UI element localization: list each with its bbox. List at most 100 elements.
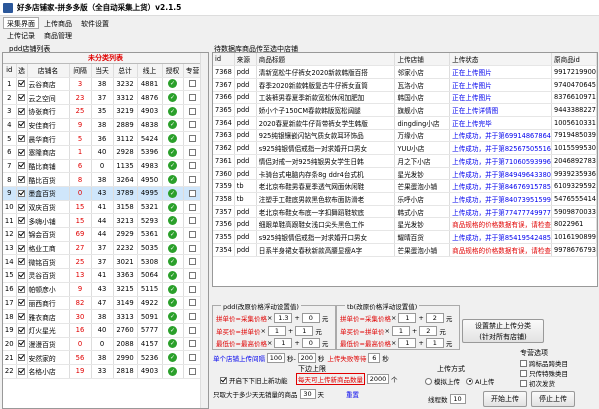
upload-row[interactable]: 7360 pdd 卡骑台式电脑内存条8g ddr4台式机 星光发钞 上传成功，并于第84…	[213, 167, 597, 181]
tb_panel-offset-input[interactable]: 2	[419, 325, 438, 336]
shop-row[interactable]: 6 塞隆商店 1 40 2928 5396 ✓	[3, 145, 203, 160]
shop-select-cell[interactable]	[16, 213, 28, 229]
checkbox-icon[interactable]	[18, 121, 25, 129]
upload-row[interactable]: 7364 pdd 2020春夏新款牛仔背带裤女学生韩版 dingding小店 正在上传完…	[213, 116, 597, 130]
shop-row[interactable]: 8 酷比百货 8 38 3264 4950 ✓	[3, 172, 203, 187]
upload-row[interactable]: 7358 tb 注塑手工鞋底男款黑色软布面防滑老 乐呼小店 上传成功，并于第840739…	[213, 192, 597, 206]
checkbox-icon[interactable]	[18, 203, 25, 211]
checkbox-icon[interactable]	[189, 313, 196, 321]
tb_panel-offset-input[interactable]: 2	[425, 313, 444, 323]
shop-row[interactable]: 18 雅衣商店 30 38 3313 5091 ✓	[3, 309, 203, 324]
shop-select-cell[interactable]	[16, 282, 28, 297]
shop-select-cell[interactable]	[16, 309, 28, 324]
shop-select-cell[interactable]	[16, 364, 28, 379]
upload-row[interactable]: 7355 pdd s925纯银情侣戒指一对求婚开口男女 耀晴百货 上传成功，并于第854…	[213, 230, 597, 244]
upload-row[interactable]: 7357 pdd 老北京布鞋女布底一字扣舞蹈鞋软底 韩式小店 上传成功，并于第77477…	[213, 205, 597, 219]
tb_panel-offset-input[interactable]: 1	[425, 338, 444, 348]
shop-row[interactable]: 10 双庆百货 15 41 3158 5321 ✓	[3, 200, 203, 215]
checkbox-icon[interactable]	[18, 176, 25, 184]
shop-select-cell[interactable]	[16, 118, 28, 133]
reset-link[interactable]: 重置	[346, 389, 359, 399]
upload-row[interactable]: 7354 pdd 日系半身裙女春秋新款高腰显瘦A字 芒果蛋泡小铺 商品规格的价格数据有误…	[213, 243, 597, 257]
menu-upload-goods[interactable]: 上传商品	[40, 17, 76, 29]
checkbox-icon[interactable]	[189, 299, 196, 307]
upload-row[interactable]: 7367 pdd 春季2020新款韩版复古牛仔裤女直筒 瓦洛小店 正在上传图片 97404…	[213, 78, 597, 92]
checkbox-icon[interactable]	[189, 176, 196, 184]
shop-select-cell[interactable]	[16, 131, 28, 146]
shop-select-cell[interactable]	[16, 268, 28, 283]
checkbox-icon[interactable]	[189, 135, 196, 143]
shop-select-cell[interactable]	[16, 350, 28, 365]
wait-input[interactable]: 6	[368, 353, 381, 363]
upload-row[interactable]: 7359 tb 老北京布鞋男春夏季透气网面休闲鞋 芒果蛋泡小铺 上传成功，并于第8467…	[213, 179, 597, 194]
upload-row[interactable]: 7366 pdd 工装裤男春夏季新款宽松休闲加肥加 韩国小店 正在上传图片 8376610…	[213, 91, 597, 105]
shop-row[interactable]: 21 安然家的 56 38 2990 5236 ✓	[3, 350, 203, 365]
set-category-button[interactable]: 设置禁止上传分类 (针对所有店铺)	[462, 319, 544, 343]
checkbox-icon[interactable]	[18, 258, 25, 266]
checkbox-icon[interactable]	[18, 148, 25, 156]
upload-row[interactable]: 7361 pdd 情侣对戒一对925纯银男女学生日韩 月之下小店 上传成功，并于第710…	[213, 154, 597, 168]
checkbox-icon[interactable]	[189, 340, 196, 348]
checkbox-icon[interactable]	[18, 80, 25, 88]
checkbox-icon[interactable]	[18, 94, 25, 102]
pdd_panel-factor-input[interactable]: 1.3	[274, 313, 293, 323]
checkbox-icon[interactable]	[189, 230, 196, 238]
shop-row[interactable]: 22 名格小店 19 33 2818 4903 ✓	[3, 364, 203, 379]
upload-row[interactable]: 7362 pdd s925纯银情侣戒指一对求婚开口男女 YUU小店 上传成功，并于第82…	[213, 141, 597, 155]
shop-select-cell[interactable]	[16, 254, 28, 270]
shop-row[interactable]: 2 云之空间 23 37 3312 4876 ✓	[3, 90, 203, 105]
upload-row[interactable]: 7368 pdd 清新宽松牛仔裤女2020新款韩版百搭 邻家小店 正在上传图片 99172…	[213, 65, 597, 79]
checkbox-icon[interactable]	[189, 258, 196, 266]
interval-to-input[interactable]: 200	[297, 353, 316, 363]
checkbox-icon[interactable]	[18, 326, 25, 334]
checkbox-icon[interactable]	[189, 367, 196, 375]
only-input[interactable]: 30	[299, 389, 316, 399]
checkbox-icon[interactable]	[18, 217, 25, 225]
checkbox-icon[interactable]	[189, 203, 196, 211]
interval-from-input[interactable]: 100	[267, 353, 285, 363]
checkbox-icon[interactable]	[18, 244, 25, 252]
shop-row[interactable]: 11 多嗨小铺 15 44 3213 5293 ✓	[3, 213, 203, 229]
shop-row[interactable]: 1 云谷商店 3 38 3232 4881 ✓	[3, 77, 203, 92]
shop-row[interactable]: 9 墨盒百货 0 43 3789 4995 ✓	[3, 186, 203, 201]
pdd_panel-offset-input[interactable]: 1	[295, 325, 314, 336]
checkbox-icon[interactable]	[18, 162, 25, 170]
shop-row[interactable]: 20 漫漫百货 0 0 2088 4157 ✓	[3, 337, 203, 352]
shop-select-cell[interactable]	[16, 159, 28, 174]
shop-select-cell[interactable]	[16, 337, 28, 352]
shop-select-cell[interactable]	[16, 186, 28, 201]
upload-row[interactable]: 7365 pdd 娇小个子150CM春款韩版宽松阔腿 旗舰小店 正在上传详情图 94433…	[213, 103, 597, 117]
open-feature-checkbox[interactable]: 开启下下旧上新功能	[220, 375, 288, 385]
tb_panel-factor-input[interactable]: 1	[398, 338, 417, 348]
checkbox-icon[interactable]	[18, 340, 25, 348]
pdd_panel-offset-input[interactable]: 0	[301, 338, 320, 348]
shop-select-cell[interactable]	[16, 200, 28, 215]
upload-row[interactable]: 7363 pdd 925纯银镶嵌闪钻气质女款耳环饰品 万缘小店 上传成功，并于第6991…	[213, 129, 597, 143]
shop-select-cell[interactable]	[16, 296, 28, 311]
checkbox-icon[interactable]	[18, 354, 25, 362]
checkbox-icon[interactable]	[189, 285, 196, 293]
checkbox-icon[interactable]	[189, 121, 196, 129]
shop-row[interactable]: 14 微铭百货 25 37 3021 5308 ✓	[3, 254, 203, 270]
checkbox-icon[interactable]	[189, 271, 196, 279]
shop-row[interactable]: 17 丽西商行 82 47 3149 4922 ✓	[3, 296, 203, 311]
checkbox-icon[interactable]	[18, 367, 25, 375]
shop-row[interactable]: 13 格业工商 27 37 2232 5035 ✓	[3, 241, 203, 256]
checkbox-icon[interactable]	[18, 313, 25, 321]
shop-select-cell[interactable]	[16, 104, 28, 119]
mode-ai-radio[interactable]: AI上传	[466, 376, 494, 386]
pdd_panel-offset-input[interactable]: 0	[301, 313, 320, 323]
zy-option-3[interactable]: 初次发货	[520, 378, 555, 388]
checkbox-icon[interactable]	[18, 299, 25, 307]
checkbox-icon[interactable]	[18, 189, 25, 197]
shop-row[interactable]: 7 酷比商铺 6 0 1135 4983 ✓	[3, 159, 203, 174]
menu-upload-records[interactable]: 上传记录	[3, 29, 39, 41]
shop-select-cell[interactable]	[16, 172, 28, 187]
stop-upload-button[interactable]: 停止上传	[531, 391, 575, 407]
checkbox-icon[interactable]	[189, 162, 196, 170]
shop-select-cell[interactable]	[16, 241, 28, 256]
tb_panel-factor-input[interactable]: 1	[398, 313, 417, 323]
zy-option-1[interactable]: 跨标品跨类目	[520, 358, 568, 368]
checkbox-icon[interactable]	[189, 326, 196, 334]
mode-simulate-radio[interactable]: 模拟上传	[425, 376, 460, 386]
